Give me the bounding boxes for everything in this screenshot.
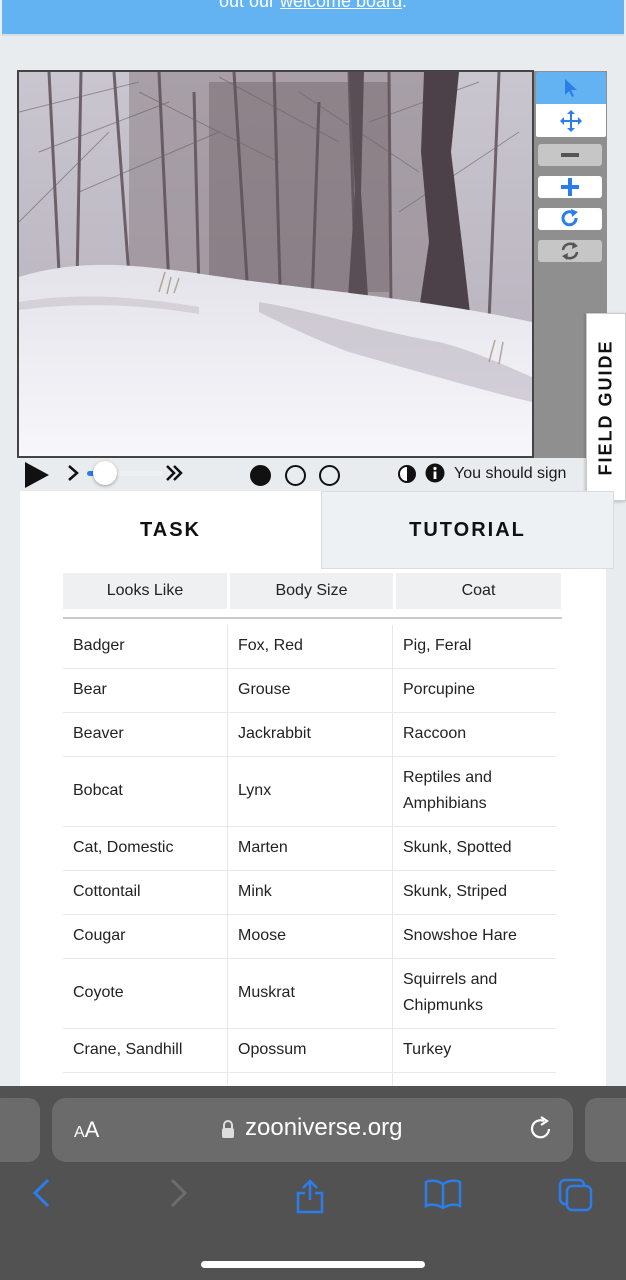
next-tab-preview[interactable] [585, 1098, 626, 1162]
zoom-in-button[interactable] [538, 176, 602, 198]
filter-body-size-button[interactable]: Body Size [230, 573, 393, 609]
table-row: Beaver Jackrabbit Raccoon [63, 713, 556, 757]
reset-button[interactable] [538, 240, 602, 262]
reset-icon [561, 242, 579, 260]
filter-bar: Looks Like Body Size Coat [63, 573, 562, 609]
species-choice[interactable]: Pig, Feral [393, 625, 556, 668]
tab-tutorial[interactable]: TUTORIAL [321, 491, 614, 569]
banner-text: out our welcome board. [2, 0, 624, 12]
filter-coat-button[interactable]: Coat [396, 573, 561, 609]
species-choice[interactable]: Turkey [393, 1029, 556, 1072]
species-choice[interactable]: Skunk, Striped [393, 871, 556, 914]
sign-in-message: You should sign [454, 465, 567, 482]
species-choice[interactable]: Crane, Sandhill [63, 1029, 228, 1072]
table-row: Coyote Muskrat Squirrels and Chipmunks [63, 959, 556, 1029]
tab-task[interactable]: TASK [20, 491, 321, 569]
frame-slider-thumb[interactable] [93, 461, 117, 485]
welcome-board-link[interactable]: welcome board [280, 0, 402, 11]
lock-icon [222, 1120, 234, 1138]
rotate-icon [561, 209, 578, 227]
tabs-icon[interactable] [558, 1178, 594, 1212]
table-row: Crane, Sandhill Opossum Turkey [63, 1029, 556, 1073]
species-choice[interactable]: Coyote [63, 959, 228, 1028]
species-choice[interactable]: Cougar [63, 915, 228, 958]
forward-icon[interactable] [166, 1178, 190, 1208]
table-row: Cougar Moose Snowshoe Hare [63, 915, 556, 959]
species-choice[interactable]: Fox, Red [228, 625, 393, 668]
species-grid: Badger Fox, Red Pig, Feral Bear Grouse Porcup… [63, 625, 556, 1161]
species-choice[interactable]: Bear [63, 669, 228, 712]
table-row: Cottontail Mink Skunk, Striped [63, 871, 556, 915]
next-frame-icon[interactable] [67, 464, 79, 482]
species-choice[interactable]: Squirrels and Chipmunks [393, 959, 556, 1028]
field-guide-label: FIELD GUIDE [595, 338, 616, 476]
browser-toolbar: AA zooniverse.org [0, 1086, 626, 1280]
species-choice[interactable]: Skunk, Spotted [393, 827, 556, 870]
field-guide-tab[interactable]: FIELD GUIDE [586, 313, 626, 501]
species-choice[interactable]: Bobcat [63, 757, 228, 826]
banner-prefix: out our [218, 0, 280, 11]
filter-divider [63, 617, 562, 619]
frame-dot-1[interactable] [250, 465, 271, 486]
rotate-button[interactable] [538, 208, 602, 230]
zoom-out-button[interactable] [538, 144, 602, 166]
species-choice[interactable]: Beaver [63, 713, 228, 756]
filter-looks-like-button[interactable]: Looks Like [63, 573, 227, 609]
species-choice[interactable]: Reptiles and Amphibians [393, 757, 556, 826]
text-size-button[interactable]: AA [74, 1117, 99, 1143]
move-tool-button[interactable] [536, 104, 606, 137]
species-choice[interactable]: Mink [228, 871, 393, 914]
species-choice[interactable]: Snowshoe Hare [393, 915, 556, 958]
species-choice[interactable]: Raccoon [393, 713, 556, 756]
species-choice[interactable]: Opossum [228, 1029, 393, 1072]
banner-suffix: . [402, 0, 408, 11]
back-icon[interactable] [30, 1178, 54, 1208]
subject-image[interactable] [17, 70, 534, 458]
bookmarks-icon[interactable] [424, 1178, 462, 1210]
pointer-tool-button[interactable] [536, 72, 606, 104]
species-choice[interactable]: Grouse [228, 669, 393, 712]
previous-tab-preview[interactable] [0, 1098, 40, 1162]
table-row: Badger Fox, Red Pig, Feral [63, 625, 556, 669]
frame-dot-2[interactable] [285, 465, 306, 486]
info-icon[interactable] [425, 463, 445, 483]
table-row: Bear Grouse Porcupine [63, 669, 556, 713]
species-choice[interactable]: Porcupine [393, 669, 556, 712]
species-choice[interactable]: Moose [228, 915, 393, 958]
species-choice[interactable]: Muskrat [228, 959, 393, 1028]
url-text: zooniverse.org [245, 1114, 403, 1141]
play-icon[interactable] [25, 462, 49, 488]
frame-controls: You should sign [17, 458, 587, 490]
table-row: Bobcat Lynx Reptiles and Amphibians [63, 757, 556, 827]
snowy-forest-photo [19, 72, 532, 456]
species-choice[interactable]: Marten [228, 827, 393, 870]
home-indicator [201, 1261, 425, 1268]
announcement-banner: out our welcome board. [2, 0, 624, 36]
zoom-in-icon [561, 178, 579, 196]
zoom-out-icon [561, 153, 579, 157]
task-panel: TASK TUTORIAL Looks Like Body Size Coat … [20, 491, 614, 1161]
share-icon[interactable] [294, 1178, 326, 1214]
pointer-icon [565, 79, 577, 97]
move-icon [560, 109, 582, 132]
reload-icon[interactable] [528, 1116, 554, 1142]
species-choice[interactable]: Cat, Domestic [63, 827, 228, 870]
species-choice[interactable]: Lynx [228, 757, 393, 826]
last-frame-icon[interactable] [165, 464, 185, 482]
species-choice[interactable]: Badger [63, 625, 228, 668]
species-choice[interactable]: Cottontail [63, 871, 228, 914]
address-bar[interactable]: AA zooniverse.org [52, 1098, 573, 1162]
frame-dot-3[interactable] [319, 465, 340, 486]
contrast-icon[interactable] [397, 464, 417, 484]
species-choice[interactable]: Jackrabbit [228, 713, 393, 756]
table-row: Cat, Domestic Marten Skunk, Spotted [63, 827, 556, 871]
